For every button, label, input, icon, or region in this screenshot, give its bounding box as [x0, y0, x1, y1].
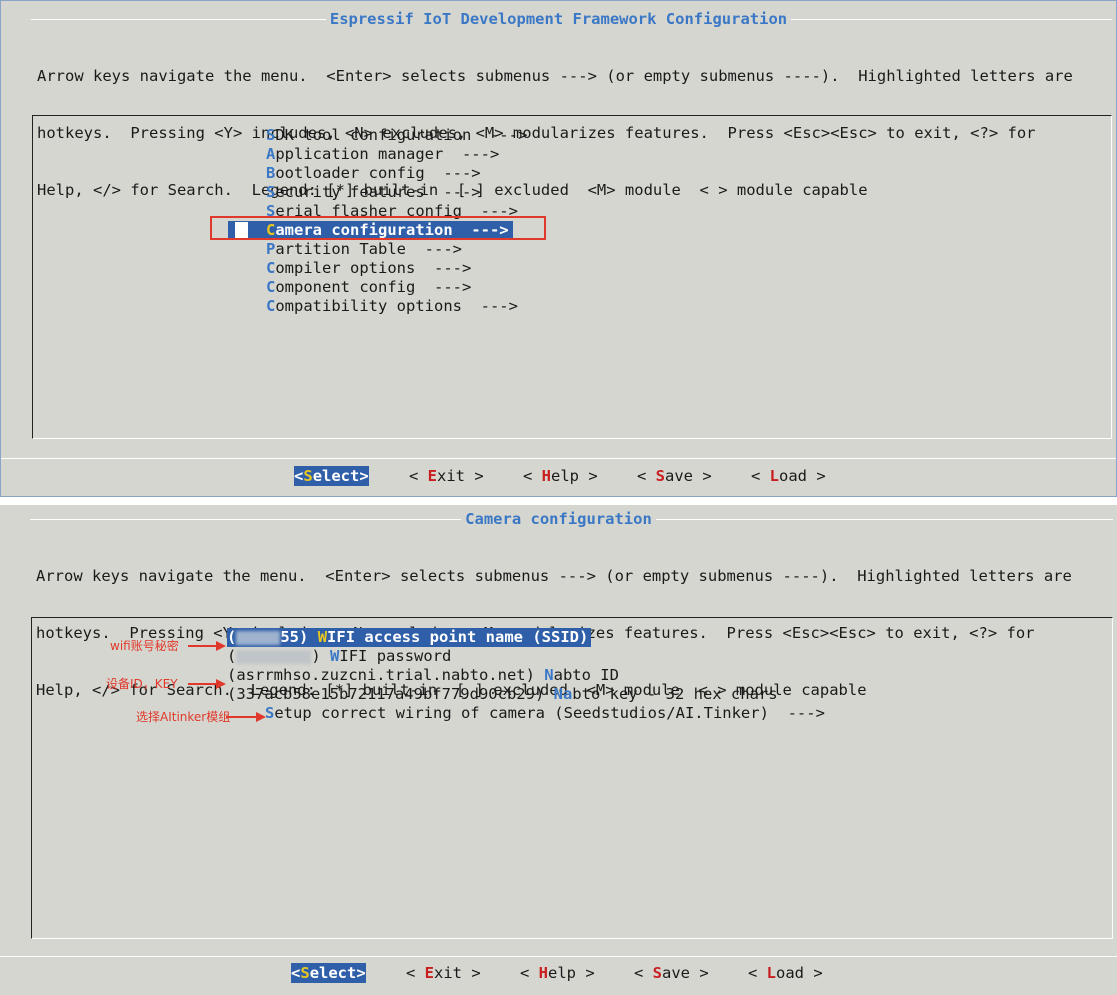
button-bar: <Select> < Exit > < Help > < Save > < Lo…: [1, 466, 1116, 486]
load-button[interactable]: < Load >: [748, 963, 823, 983]
menu-item-wifi-password[interactable]: () WIFI password: [227, 647, 451, 666]
menu-item-security-features[interactable]: Security features --->: [266, 183, 481, 202]
menu-item-component-config[interactable]: Component config --->: [266, 278, 471, 297]
load-button[interactable]: < Load >: [751, 466, 826, 486]
button-bar: <Select> < Exit > < Help > < Save > < Lo…: [0, 963, 1117, 983]
menu-item-nabto-key[interactable]: (337acb58e15b72117a49bf779d90cb29) Nabto…: [227, 685, 778, 704]
menu-item-compatibility-options[interactable]: Compatibility options --->: [266, 297, 518, 316]
screen-title: Camera configuration: [0, 509, 1117, 529]
annotation-module: 选择AItinker模组: [136, 710, 231, 724]
menu-item-wifi-ssid[interactable]: (55) WIFI access point name (SSID): [227, 628, 592, 647]
annotation-device-key: 设备ID，KEY: [106, 677, 178, 691]
highlight-annotation-box: [210, 216, 546, 240]
redacted-value: [236, 649, 312, 664]
menuconfig-main-screen: Espressif IoT Development Framework Conf…: [0, 0, 1117, 497]
button-bar-rule: [1, 458, 1116, 459]
arrow-icon: [188, 641, 226, 651]
redacted-value: [236, 630, 281, 645]
menu-box: (55) WIFI access point name (SSID) () WI…: [31, 617, 1113, 939]
help-line: Arrow keys navigate the menu. <Enter> se…: [37, 67, 1073, 85]
menu-box: SDK tool configuration ---> Application …: [32, 115, 1112, 439]
help-button[interactable]: < Help >: [523, 466, 598, 486]
menu-item-compiler-options[interactable]: Compiler options --->: [266, 259, 471, 278]
arrow-icon: [188, 679, 226, 689]
menu-item-nabto-id[interactable]: (asrrmhso.zuzcni.trial.nabto.net) Nabto …: [227, 666, 619, 685]
camera-configuration-screen: Camera configuration Arrow keys navigate…: [0, 505, 1117, 995]
exit-button[interactable]: < Exit >: [406, 963, 481, 983]
menu-item-application-manager[interactable]: Application manager --->: [266, 145, 499, 164]
menu-item-camera-wiring[interactable]: Setup correct wiring of camera (Seedstud…: [265, 704, 825, 723]
menu-item-bootloader-config[interactable]: Bootloader config --->: [266, 164, 481, 183]
menu-item-partition-table[interactable]: Partition Table --->: [266, 240, 462, 259]
annotation-wifi: wifi账号秘密: [110, 639, 179, 653]
save-button[interactable]: < Save >: [637, 466, 712, 486]
select-button[interactable]: <Select>: [291, 963, 366, 983]
select-button[interactable]: <Select>: [294, 466, 369, 486]
exit-button[interactable]: < Exit >: [409, 466, 484, 486]
screen-title: Espressif IoT Development Framework Conf…: [1, 9, 1116, 29]
help-line: Arrow keys navigate the menu. <Enter> se…: [36, 567, 1072, 585]
button-bar-rule: [0, 956, 1117, 957]
save-button[interactable]: < Save >: [634, 963, 709, 983]
arrow-icon: [226, 712, 266, 722]
menu-item-sdk-tool-configuration[interactable]: SDK tool configuration --->: [266, 126, 527, 145]
help-button[interactable]: < Help >: [520, 963, 595, 983]
